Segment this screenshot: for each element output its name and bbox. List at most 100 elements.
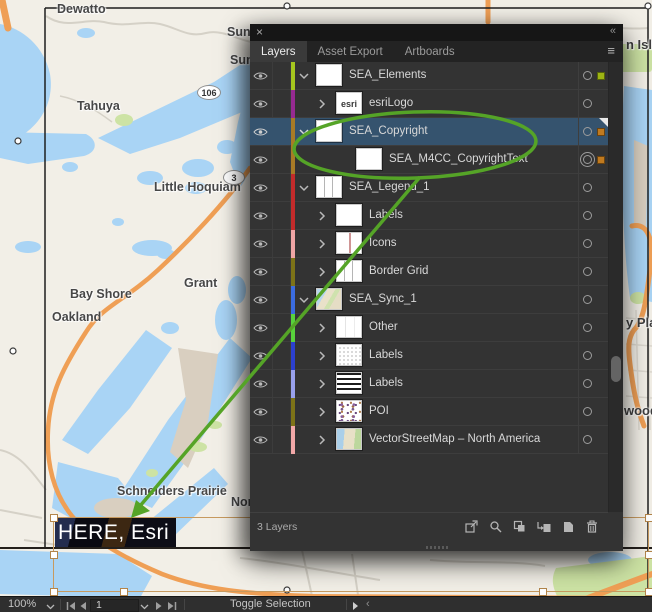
layer-name[interactable]: SEA_Legend_1 [349, 181, 430, 193]
trash-icon[interactable] [586, 520, 598, 533]
copyright-text-object[interactable]: HERE, Esri [55, 518, 176, 547]
layer-row[interactable]: Icons [250, 230, 608, 258]
layer-thumbnail[interactable] [336, 428, 362, 450]
selection-handle[interactable] [645, 551, 652, 559]
chevron-right-icon[interactable] [317, 239, 328, 250]
target-circle[interactable] [583, 323, 592, 332]
selection-handle[interactable] [50, 551, 58, 559]
target-circle[interactable] [583, 407, 592, 416]
collapse-panel-icon[interactable]: « [610, 25, 615, 37]
layer-row[interactable]: esri esriLogo [250, 90, 608, 118]
layer-name[interactable]: SEA_M4CC_CopyrightText [389, 153, 528, 165]
layer-thumbnail[interactable] [316, 64, 342, 86]
panel-menu-icon[interactable]: ≡ [607, 43, 615, 58]
layer-row[interactable]: SEA_Sync_1 [250, 286, 608, 314]
previous-artboard-icon[interactable] [79, 601, 87, 612]
panel-scrollbar[interactable] [608, 62, 623, 512]
visibility-eye-icon[interactable] [253, 323, 269, 333]
layer-row[interactable]: SEA_Legend_1 [250, 174, 608, 202]
layer-name[interactable]: POI [369, 405, 389, 417]
layer-row[interactable]: POI [250, 398, 608, 426]
target-circle[interactable] [583, 295, 592, 304]
target-circle[interactable] [583, 127, 592, 136]
clipping-mask-icon[interactable] [513, 520, 526, 533]
status-chevron-icon[interactable]: ‹ [366, 598, 370, 610]
target-circle[interactable] [583, 71, 592, 80]
layer-row[interactable]: VectorStreetMap – North America [250, 426, 608, 454]
chevron-down-icon[interactable] [299, 71, 310, 82]
chevron-down-icon[interactable] [299, 295, 310, 306]
layer-row-selected[interactable]: SEA_Copyright [250, 118, 608, 146]
visibility-eye-icon[interactable] [253, 239, 269, 249]
visibility-eye-icon[interactable] [253, 407, 269, 417]
layer-row[interactable]: Labels [250, 202, 608, 230]
visibility-eye-icon[interactable] [253, 99, 269, 109]
layer-name[interactable]: Labels [369, 209, 403, 221]
zoom-dropdown-icon[interactable] [46, 601, 55, 612]
selection-handle[interactable] [645, 514, 652, 522]
chevron-down-icon[interactable] [299, 183, 310, 194]
next-artboard-icon[interactable] [155, 601, 163, 612]
collect-for-export-icon[interactable] [465, 520, 478, 533]
selection-handle[interactable] [539, 588, 547, 596]
visibility-eye-icon[interactable] [253, 183, 269, 193]
artboard-number-field[interactable]: 1 [90, 599, 139, 612]
layer-name[interactable]: SEA_Sync_1 [349, 293, 417, 305]
visibility-eye-icon[interactable] [253, 71, 269, 81]
chevron-right-icon[interactable] [317, 99, 328, 110]
layer-thumbnail[interactable]: esri [336, 92, 362, 114]
chevron-down-icon[interactable] [299, 127, 310, 138]
target-circle[interactable] [583, 267, 592, 276]
layer-row[interactable]: Labels [250, 342, 608, 370]
selection-handle[interactable] [645, 588, 652, 596]
visibility-eye-icon[interactable] [253, 379, 269, 389]
new-layer-icon[interactable] [562, 520, 575, 533]
tab-asset-export[interactable]: Asset Export [307, 41, 394, 62]
target-circle[interactable] [583, 183, 592, 192]
chevron-right-icon[interactable] [317, 351, 328, 362]
tab-layers[interactable]: Layers [250, 41, 307, 62]
layer-thumbnail[interactable] [336, 400, 362, 422]
visibility-eye-icon[interactable] [253, 351, 269, 361]
first-artboard-icon[interactable] [66, 601, 76, 612]
target-circle[interactable] [583, 99, 592, 108]
chevron-right-icon[interactable] [317, 323, 328, 334]
scrollbar-thumb[interactable] [611, 356, 621, 382]
layer-row[interactable]: SEA_Elements [250, 62, 608, 90]
layer-thumbnail[interactable] [316, 120, 342, 142]
target-circle[interactable] [583, 211, 592, 220]
selection-handle[interactable] [50, 588, 58, 596]
close-icon[interactable]: × [256, 25, 263, 39]
selection-handle[interactable] [50, 514, 58, 522]
new-sublayer-icon[interactable] [537, 520, 551, 533]
layer-row[interactable]: SEA_M4CC_CopyrightText [250, 146, 608, 174]
target-circle[interactable] [583, 155, 592, 164]
layer-name[interactable]: Labels [369, 377, 403, 389]
layer-row[interactable]: Labels [250, 370, 608, 398]
visibility-eye-icon[interactable] [253, 295, 269, 305]
layer-name[interactable]: esriLogo [369, 97, 413, 109]
visibility-eye-icon[interactable] [253, 211, 269, 221]
target-circle[interactable] [583, 379, 592, 388]
layer-thumbnail[interactable] [336, 316, 362, 338]
layer-name[interactable]: Border Grid [369, 265, 428, 277]
artboard-dropdown-icon[interactable] [140, 601, 149, 612]
status-expand-icon[interactable] [352, 601, 359, 612]
chevron-right-icon[interactable] [317, 211, 328, 222]
target-circle[interactable] [583, 239, 592, 248]
tab-artboards[interactable]: Artboards [394, 41, 466, 62]
selection-handle[interactable] [120, 588, 128, 596]
layer-thumbnail[interactable] [336, 260, 362, 282]
layer-row[interactable]: Border Grid [250, 258, 608, 286]
layer-thumbnail[interactable] [356, 148, 382, 170]
layer-name[interactable]: SEA_Elements [349, 69, 426, 81]
target-circle[interactable] [583, 351, 592, 360]
layer-thumbnail[interactable] [336, 372, 362, 394]
layer-name[interactable]: Other [369, 321, 398, 333]
locate-object-icon[interactable] [489, 520, 502, 533]
layer-name[interactable]: Labels [369, 349, 403, 361]
chevron-right-icon[interactable] [317, 435, 328, 446]
target-circle[interactable] [583, 435, 592, 444]
layer-name[interactable]: SEA_Copyright [349, 125, 428, 137]
layer-thumbnail[interactable] [316, 288, 342, 310]
